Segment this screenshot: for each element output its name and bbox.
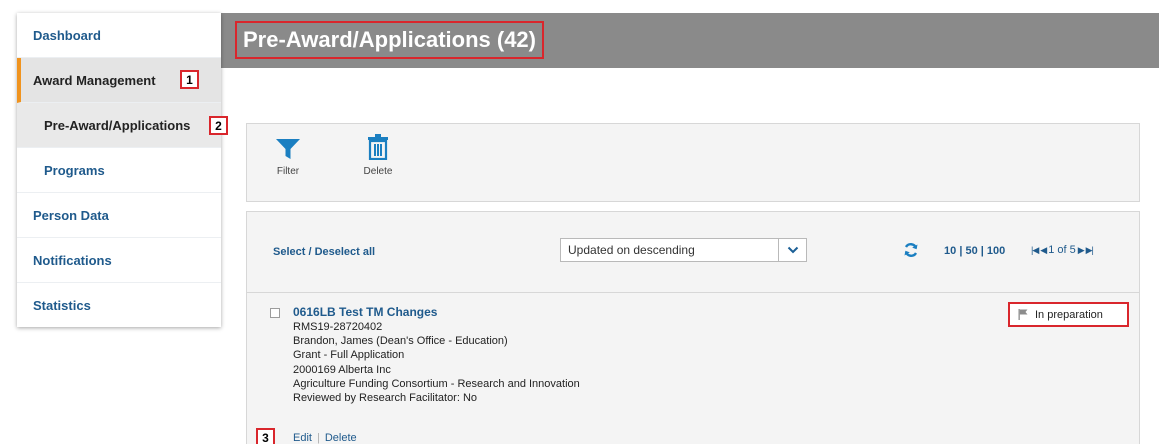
filter-icon — [276, 139, 300, 159]
record-id: RMS19-28720402 — [293, 321, 383, 333]
sidebar-item-programs[interactable]: Programs — [17, 148, 221, 193]
list-item: 0616LB Test TM Changes RMS19-28720402 Br… — [247, 294, 1139, 444]
first-page-icon[interactable]: |◀ — [1031, 245, 1039, 256]
annotation-badge: 2 — [209, 116, 228, 135]
edit-link[interactable]: Edit — [293, 432, 312, 444]
sort-select[interactable]: Updated on descending — [560, 238, 807, 262]
annotation-badge: 3 — [256, 428, 275, 444]
sidebar-item-award-management[interactable]: Award Management 1 — [17, 58, 221, 103]
filter-label: Filter — [276, 166, 300, 177]
list-controls: Select / Deselect all Updated on descend… — [247, 212, 1139, 293]
sidebar: Dashboard Award Management 1 Pre-Award/A… — [17, 13, 228, 328]
record-organization: 2000169 Alberta Inc — [293, 363, 391, 376]
sidebar-item-label: Dashboard — [33, 27, 101, 43]
record-review-status: Reviewed by Research Facilitator: No — [293, 392, 478, 405]
prev-page-icon[interactable]: ◀ — [1040, 245, 1047, 256]
record-details: RMS19-28720402 Brandon, James (Dean's Of… — [293, 320, 580, 405]
record-checkbox[interactable] — [270, 308, 280, 318]
page-indicator: 1 of 5 — [1048, 244, 1076, 256]
page-size-selector: 10 | 50 | 100 — [944, 245, 1006, 257]
record-title-link[interactable]: 0616LB Test TM Changes — [293, 305, 437, 319]
page-header: Pre-Award/Applications (42) — [221, 13, 1159, 68]
trash-icon — [368, 134, 388, 160]
chevron-down-icon — [778, 239, 806, 261]
sidebar-item-label: Notifications — [33, 252, 112, 268]
status-badge: In preparation — [1008, 302, 1129, 327]
page-size-100[interactable]: 100 — [987, 245, 1005, 257]
refresh-icon[interactable] — [903, 242, 919, 263]
select-deselect-all-link[interactable]: Select / Deselect all — [273, 246, 375, 258]
record-applicant: Brandon, James (Dean's Office - Educatio… — [293, 335, 508, 348]
record-program: Agriculture Funding Consortium - Researc… — [293, 377, 580, 390]
page-size-50[interactable]: 50 — [965, 245, 977, 257]
next-page-icon[interactable]: ▶ — [1078, 245, 1085, 256]
sidebar-item-label: Pre-Award/Applications — [44, 117, 191, 133]
record-actions: Edit | Delete — [293, 432, 357, 444]
page-title: Pre-Award/Applications (42) — [235, 21, 544, 59]
delete-link[interactable]: Delete — [325, 432, 357, 444]
delete-label: Delete — [363, 166, 393, 177]
page-size-10[interactable]: 10 — [944, 245, 956, 257]
last-page-icon[interactable]: ▶| — [1086, 245, 1094, 256]
annotation-badge: 1 — [180, 70, 199, 89]
toolbar: Filter Delete — [246, 123, 1140, 202]
sidebar-item-label: Programs — [44, 162, 105, 178]
applications-list: Select / Deselect all Updated on descend… — [246, 211, 1140, 444]
sidebar-item-statistics[interactable]: Statistics — [17, 283, 221, 328]
status-text: In preparation — [1035, 308, 1103, 321]
delete-button[interactable]: Delete — [353, 134, 403, 177]
sidebar-item-notifications[interactable]: Notifications — [17, 238, 221, 283]
flag-icon — [1018, 309, 1028, 320]
sidebar-item-label: Person Data — [33, 207, 109, 223]
record-type: Grant - Full Application — [293, 349, 405, 362]
sidebar-item-person-data[interactable]: Person Data — [17, 193, 221, 238]
sort-select-value: Updated on descending — [568, 243, 695, 257]
sidebar-item-label: Statistics — [33, 298, 91, 313]
pagination: |◀ ◀ 1 of 5 ▶ ▶| — [1031, 244, 1094, 256]
filter-button[interactable]: Filter — [263, 138, 313, 177]
sidebar-item-dashboard[interactable]: Dashboard — [17, 13, 221, 58]
sidebar-item-pre-award-applications[interactable]: Pre-Award/Applications 2 — [17, 103, 228, 148]
sidebar-item-label: Award Management — [33, 72, 156, 88]
